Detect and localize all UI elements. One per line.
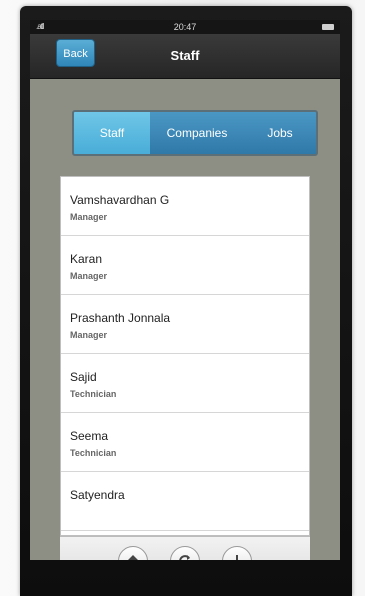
list-item[interactable]: Satyendra [61, 472, 309, 531]
staff-role: Technician [70, 389, 117, 399]
staff-role: Manager [70, 271, 108, 281]
status-time: 20:47 [173, 22, 197, 32]
list-item[interactable]: Vamshavardhan G Manager [61, 177, 309, 236]
staff-role: Technician [70, 448, 117, 458]
staff-name: Prashanth Jonnala [70, 311, 171, 325]
bottom-toolbar [60, 536, 310, 560]
list-item[interactable]: Sajid Technician [61, 354, 309, 413]
home-button[interactable] [118, 546, 148, 560]
staff-name: Satyendra [70, 488, 125, 502]
battery-icon [322, 24, 334, 30]
refresh-icon [179, 555, 190, 560]
home-icon [128, 555, 138, 560]
staff-role: Manager [70, 330, 108, 340]
list-item[interactable]: Karan Manager [61, 236, 309, 295]
list-item[interactable]: Seema Technician [61, 413, 309, 472]
staff-name: Seema [70, 429, 109, 443]
tab-staff[interactable]: Staff [74, 112, 150, 154]
list-item[interactable]: Prashanth Jonnala Manager [61, 295, 309, 354]
status-bar: .atll 20:47 [30, 20, 340, 34]
tab-companies[interactable]: Companies [150, 112, 244, 154]
staff-name: Vamshavardhan G [70, 193, 170, 207]
refresh-button[interactable] [170, 546, 200, 560]
back-button[interactable]: Back [56, 39, 95, 67]
staff-list: Vamshavardhan G Manager Karan Manager Pr… [60, 176, 310, 536]
tab-jobs[interactable]: Jobs [244, 112, 316, 154]
staff-name: Sajid [70, 370, 97, 384]
add-button[interactable] [222, 546, 252, 560]
staff-role: Manager [70, 212, 108, 222]
staff-name: Karan [70, 252, 103, 266]
segmented-control: Staff Companies Jobs [72, 110, 318, 156]
add-icon [231, 555, 243, 560]
app-screen: .atll 20:47 Staff Back Staff Companies J… [30, 20, 340, 560]
